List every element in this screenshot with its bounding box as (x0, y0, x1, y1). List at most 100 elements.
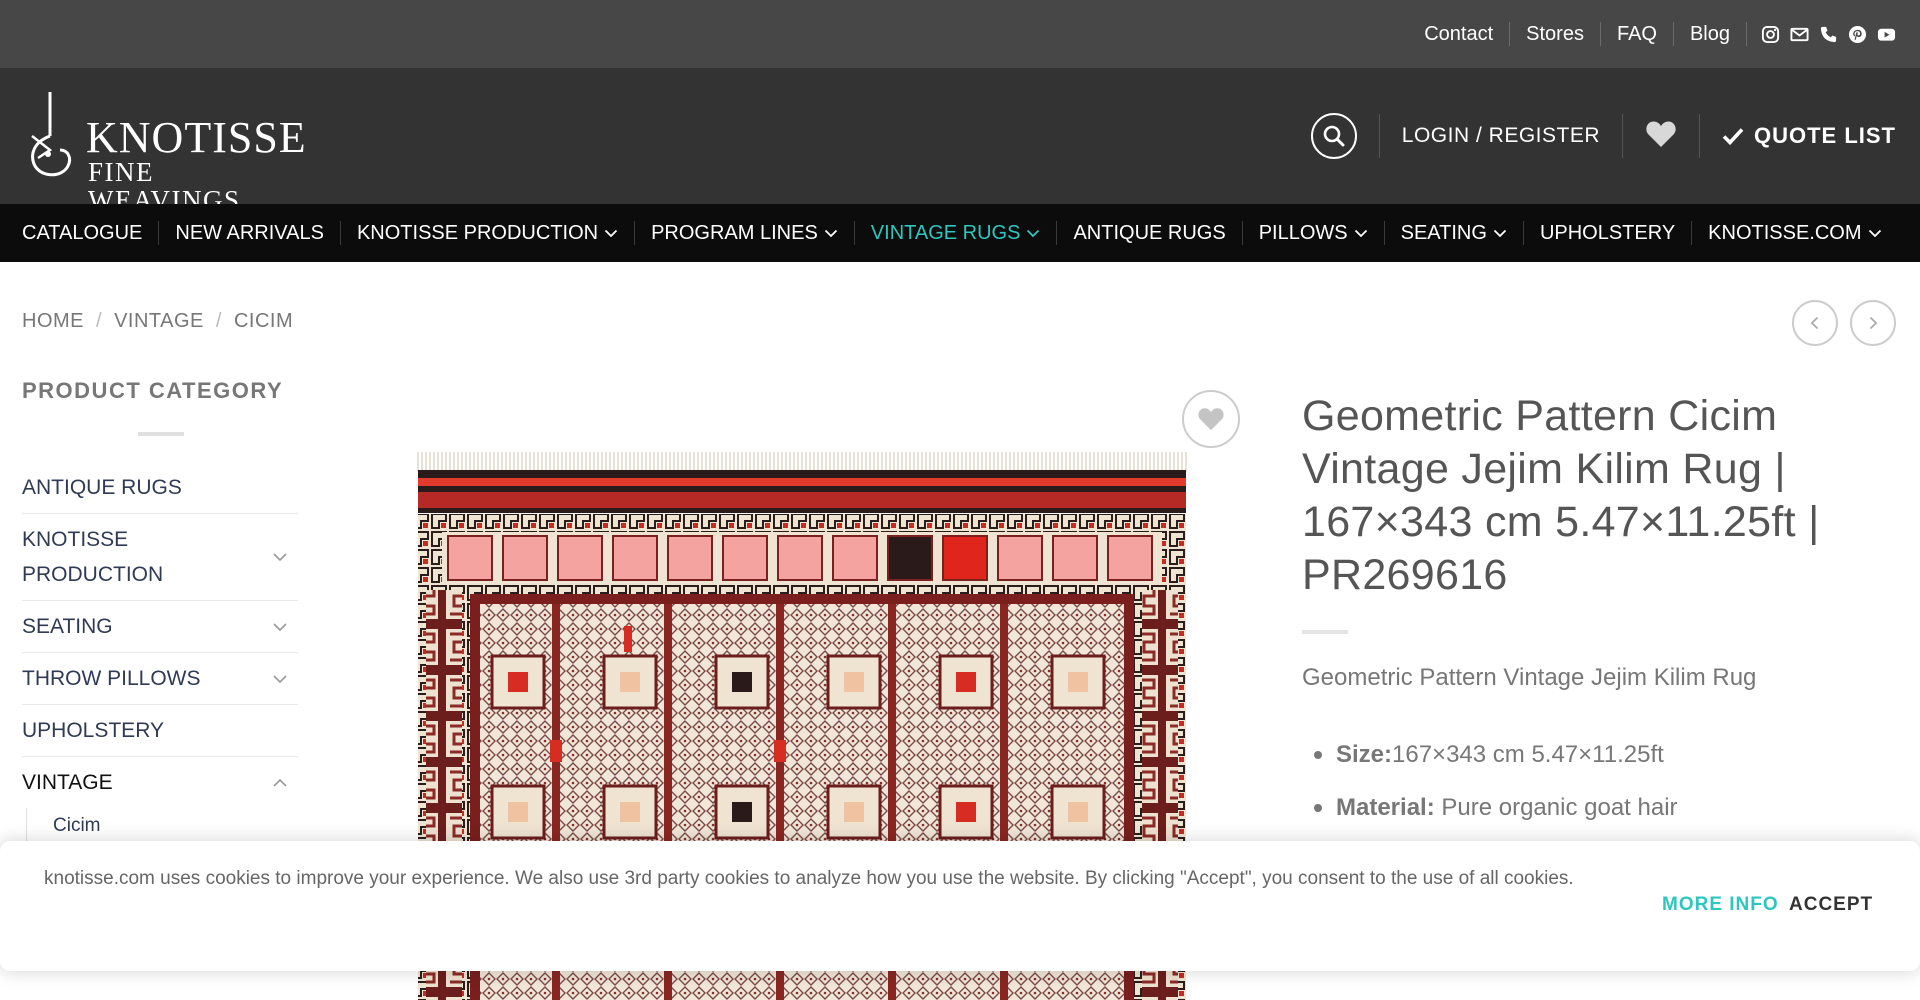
heart-icon (1198, 408, 1224, 431)
nav-item-seating[interactable]: SEATING (1385, 221, 1524, 245)
chevron-down-icon (1354, 229, 1367, 238)
chevron-down-icon (604, 229, 618, 238)
chevron-down-icon (1868, 229, 1881, 238)
category-label: KNOTISSE PRODUCTION (22, 528, 164, 586)
quote-list-button[interactable]: QUOTE LIST (1722, 123, 1896, 149)
chevron-down-icon[interactable] (272, 674, 288, 684)
category-list: ANTIQUE RUGS KNOTISSE PRODUCTION SEATING… (22, 462, 298, 844)
spec-material: Material: Pure organic goat hair (1314, 781, 1902, 834)
sidebar-item-vintage[interactable]: VINTAGE (22, 757, 298, 808)
chevron-down-icon (1493, 229, 1507, 238)
spec-size: Size: 167×343 cm 5.47×11.25ft (1314, 728, 1902, 781)
chevron-left-icon (1810, 316, 1819, 330)
logo-mark-icon (31, 92, 72, 177)
cookie-message: knotisse.com uses cookies to improve you… (44, 868, 1574, 889)
nav-label: VINTAGE RUGS (870, 222, 1021, 244)
nav-item-new-arrivals[interactable]: NEW ARRIVALS (159, 221, 341, 245)
nav-item-vintage-rugs[interactable]: VINTAGE RUGS (855, 221, 1058, 245)
chevron-down-icon[interactable] (272, 622, 288, 632)
sidebar-title-divider (138, 432, 184, 436)
chevron-right-icon (1869, 316, 1878, 330)
category-label: SEATING (22, 615, 113, 638)
product-title: Geometric Pattern Cicim Vintage Jejim Ki… (1302, 392, 1820, 599)
sidebar-item-seating[interactable]: SEATING (22, 601, 298, 653)
breadcrumb-vintage[interactable]: VINTAGE (114, 310, 204, 333)
nav-item-program-lines[interactable]: PROGRAM LINES (635, 221, 855, 245)
header-actions: LOGIN / REGISTER QUOTE LIST (1310, 68, 1896, 204)
topbar-link-contact[interactable]: Contact (1408, 22, 1511, 46)
nav-label: KNOTISSE.COM (1708, 222, 1862, 244)
spec-value: 167×343 cm 5.47×11.25ft (1392, 741, 1664, 768)
cookie-banner: knotisse.com uses cookies to improve you… (0, 841, 1920, 971)
title-divider (1302, 630, 1348, 634)
sidebar-item-upholstery[interactable]: UPHOLSTERY (22, 705, 298, 757)
nav-item-catalogue[interactable]: CATALOGUE (22, 221, 160, 245)
more-info-button[interactable]: MORE INFO (1662, 894, 1779, 916)
wishlist-heart-icon[interactable] (1645, 120, 1677, 153)
site-logo[interactable]: KNOTISSE FINE WEAVINGS (28, 88, 308, 214)
breadcrumb-separator: / (96, 310, 103, 332)
spec-value: Pure organic goat hair (1434, 794, 1678, 821)
sidebar-title: PRODUCT CATEGORY (22, 378, 284, 403)
header-divider (1622, 114, 1623, 158)
quote-list-label: QUOTE LIST (1754, 123, 1896, 148)
spec-label: Size: (1336, 741, 1393, 768)
nav-label: UPHOLSTERY (1539, 222, 1676, 244)
topbar-link-blog[interactable]: Blog (1674, 22, 1747, 46)
category-label: ANTIQUE RUGS (22, 476, 182, 499)
nav-label: PILLOWS (1258, 222, 1348, 244)
nav-item-pillows[interactable]: PILLOWS (1243, 221, 1385, 245)
nav-label: SEATING (1400, 222, 1487, 244)
nav-item-upholstery[interactable]: UPHOLSTERY (1524, 221, 1693, 245)
breadcrumb-cicim[interactable]: CICIM (234, 310, 293, 333)
login-register-link[interactable]: LOGIN / REGISTER (1402, 124, 1600, 148)
next-product-button[interactable] (1850, 300, 1896, 346)
category-label: UPHOLSTERY (22, 719, 164, 742)
sidebar-item-antique-rugs[interactable]: ANTIQUE RUGS (22, 462, 298, 514)
instagram-icon[interactable] (1761, 25, 1780, 44)
search-button[interactable] (1310, 113, 1357, 159)
social-icons (1761, 25, 1896, 44)
breadcrumb: HOME / VINTAGE / CICIM (22, 310, 293, 333)
sidebar-item-throw-pillows[interactable]: THROW PILLOWS (22, 653, 298, 705)
nav-label: NEW ARRIVALS (175, 222, 324, 244)
topbar-link-stores[interactable]: Stores (1510, 22, 1601, 46)
sidebar-subitem-cicim[interactable]: Cicim (26, 808, 298, 844)
spec-label: Material: (1336, 794, 1435, 821)
sidebar: PRODUCT CATEGORY ANTIQUE RUGS KNOTISSE P… (22, 378, 298, 844)
product-info: Geometric Pattern Cicim Vintage Jejim Ki… (1302, 390, 1902, 834)
product-subtitle: Geometric Pattern Vintage Jejim Kilim Ru… (1302, 664, 1757, 691)
logo-line-1: KNOTISSE (86, 113, 307, 162)
sidebar-item-knotisse-production[interactable]: KNOTISSE PRODUCTION (22, 514, 298, 601)
add-to-wishlist-button[interactable] (1182, 390, 1240, 448)
site-header: KNOTISSE FINE WEAVINGS LOGIN / REGISTER … (0, 68, 1920, 214)
checkmark-icon (1722, 128, 1744, 145)
breadcrumb-home[interactable]: HOME (22, 310, 84, 333)
category-label: VINTAGE (22, 771, 113, 794)
chevron-up-icon[interactable] (272, 778, 288, 788)
search-icon (1323, 125, 1345, 147)
main-navigation: CATALOGUE NEW ARRIVALS KNOTISSE PRODUCTI… (0, 204, 1920, 262)
previous-product-button[interactable] (1792, 300, 1838, 346)
nav-label: CATALOGUE (22, 222, 143, 244)
email-icon[interactable] (1790, 25, 1809, 44)
nav-item-antique-rugs[interactable]: ANTIQUE RUGS (1057, 221, 1243, 245)
header-divider (1699, 114, 1700, 158)
category-label: THROW PILLOWS (22, 667, 201, 690)
nav-label: KNOTISSE PRODUCTION (356, 222, 599, 244)
nav-item-knotisse-com[interactable]: KNOTISSE.COM (1692, 221, 1897, 245)
nav-label: PROGRAM LINES (651, 222, 818, 244)
topbar-link-faq[interactable]: FAQ (1601, 22, 1674, 46)
product-specs: Size: 167×343 cm 5.47×11.25ft Material: P… (1302, 728, 1902, 834)
nav-item-knotisse-production[interactable]: KNOTISSE PRODUCTION (341, 221, 636, 245)
top-bar: Contact Stores FAQ Blog (0, 0, 1920, 68)
chevron-down-icon (824, 229, 837, 238)
product-pager (1792, 300, 1896, 346)
pinterest-icon[interactable] (1848, 25, 1867, 44)
header-divider (1378, 114, 1380, 158)
youtube-icon[interactable] (1877, 25, 1896, 44)
chevron-down-icon[interactable] (272, 552, 288, 562)
nav-label: ANTIQUE RUGS (1073, 222, 1226, 244)
accept-cookies-button[interactable]: ACCEPT (1789, 894, 1873, 916)
phone-icon[interactable] (1819, 25, 1838, 44)
